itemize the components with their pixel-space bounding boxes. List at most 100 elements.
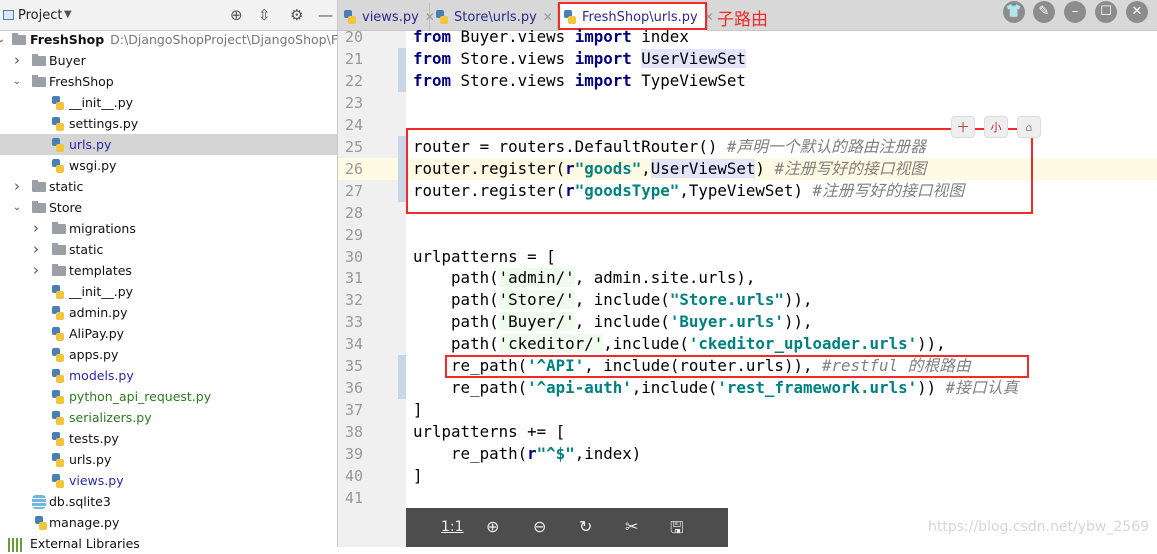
tree-item[interactable]: › templates [0, 260, 337, 281]
zoom-in-icon[interactable]: ⊕ [486, 517, 499, 536]
tree-item[interactable]: AliPay.py [0, 323, 337, 344]
change-marker [398, 47, 406, 92]
code-token: 'Buyer/' [498, 312, 575, 332]
code-line[interactable]: from Store.views import TypeViewSet [413, 70, 746, 92]
code-token: 'admin/' [498, 268, 575, 288]
code-line[interactable]: path('ckeditor/',include('ckeditor_uploa… [413, 333, 946, 355]
chevron-right-icon[interactable]: › [12, 50, 22, 71]
tree-item-label: FreshShop [49, 74, 114, 89]
python-file-icon [52, 159, 64, 173]
chevron-down-icon[interactable]: ⌄ [0, 29, 6, 50]
floating-icon-2[interactable]: 小 [984, 116, 1008, 138]
tree-item[interactable]: models.py [0, 365, 337, 386]
tree-item[interactable]: serializers.py [0, 407, 337, 428]
code-line[interactable]: re_path(r"^$",index) [413, 443, 641, 465]
tree-item[interactable]: External Libraries [0, 533, 337, 554]
line-number: 30 [345, 247, 364, 266]
line-number: 26 [345, 159, 364, 178]
crop-icon[interactable]: ✂ [625, 517, 638, 536]
code-line[interactable]: re_path('^api-auth',include('rest_framew… [413, 377, 1018, 399]
save-icon[interactable]: 🖫 [670, 517, 684, 544]
chevron-right-icon[interactable]: › [31, 218, 41, 239]
tree-item[interactable]: db.sqlite3 [0, 491, 337, 512]
tab-label: views.py [362, 10, 419, 25]
dropdown-icon[interactable]: ▼ [64, 9, 72, 20]
code-token: )) [917, 378, 946, 398]
python-file-icon [52, 285, 64, 299]
tree-root[interactable]: ⌄ FreshShop D:\DjangoShopProject\DjangoSh… [0, 29, 396, 50]
change-marker [398, 355, 406, 400]
api-route-highlight-box [445, 355, 1029, 378]
code-line[interactable]: path('Buyer/', include('Buyer.urls')), [413, 311, 813, 333]
folder-icon [32, 180, 46, 192]
tree-item[interactable]: urls.py [0, 134, 337, 155]
tree-item[interactable]: settings.py [0, 113, 337, 134]
tree-item[interactable]: › static [0, 176, 337, 197]
tree-item[interactable]: manage.py [0, 512, 337, 533]
pin-icon[interactable]: ✎ [1033, 1, 1055, 23]
project-panel-header: Project ▼ ⊕ ⇳ ⚙ — [0, 0, 337, 31]
gear-icon[interactable]: ⚙ [290, 6, 303, 24]
maximize-icon[interactable]: ☐ [1095, 1, 1117, 23]
project-view-selector[interactable]: Project [18, 8, 62, 23]
tree-item[interactable]: __init__.py [0, 92, 337, 113]
tree-item[interactable]: wsgi.py [0, 155, 337, 176]
tree-item[interactable]: ⌄ FreshShop [0, 71, 337, 92]
python-file-icon [52, 96, 64, 110]
tree-item[interactable]: ⌄ Store [0, 197, 337, 218]
tree-item[interactable]: views.py [0, 470, 337, 491]
tree-item[interactable]: › Buyer [0, 50, 337, 71]
folder-icon [52, 243, 66, 255]
collapse-all-icon[interactable]: ⇳ [258, 6, 271, 24]
chevron-down-icon[interactable]: ⌄ [12, 71, 22, 92]
rotate-icon[interactable]: ↻ [579, 517, 592, 536]
tree-item[interactable]: python_api_request.py [0, 386, 337, 407]
code-token: , admin.site.urls), [574, 268, 756, 288]
tree-item-label: External Libraries [30, 536, 140, 551]
tree-item[interactable]: urls.py [0, 449, 337, 470]
zoom-out-icon[interactable]: ⊖ [533, 517, 546, 536]
close-icon[interactable]: ✕ [1126, 1, 1148, 23]
line-number: 35 [345, 357, 364, 376]
code-line[interactable]: urlpatterns += [ [413, 421, 565, 443]
code-token: )), [917, 334, 946, 354]
code-token: ] [413, 466, 423, 485]
floating-icon-3[interactable]: ⌂ [1017, 116, 1041, 138]
tree-item[interactable]: tests.py [0, 428, 337, 449]
shirt-icon[interactable]: 👕 [1003, 1, 1025, 23]
code-token: from [413, 48, 452, 68]
code-token: path( [413, 312, 499, 332]
hide-icon[interactable]: — [318, 6, 333, 24]
chevron-right-icon[interactable]: › [31, 260, 41, 281]
close-tab-icon[interactable]: ✕ [543, 10, 553, 24]
project-panel: Project ▼ ⊕ ⇳ ⚙ — ⌄ FreshShop D:\DjangoSh… [0, 0, 396, 552]
tree-item[interactable]: __init__.py [0, 281, 337, 302]
locate-icon[interactable]: ⊕ [230, 6, 243, 24]
tree-item[interactable]: › static [0, 239, 337, 260]
tree-item-label: views.py [69, 473, 124, 488]
code-token: index [631, 27, 689, 46]
code-line[interactable]: from Store.views import UserViewSet [413, 48, 746, 70]
code-line[interactable]: ] [413, 399, 423, 421]
code-token: '^api-auth' [527, 378, 632, 398]
minimize-icon[interactable]: – [1064, 1, 1086, 23]
tree-item[interactable]: › migrations [0, 218, 337, 239]
chevron-down-icon[interactable]: ⌄ [12, 197, 22, 218]
code-line[interactable]: ] [413, 465, 423, 487]
code-line[interactable]: path('Store/', include("Store.urls")), [413, 289, 813, 311]
actual-size-button[interactable]: 1:1 [441, 519, 464, 535]
code-line[interactable]: path('admin/', admin.site.urls), [413, 267, 755, 289]
code-line[interactable]: from Buyer.views import index [413, 26, 689, 48]
tree-item-label: Store [49, 200, 83, 215]
code-token: urlpatterns += [ [413, 422, 566, 442]
code-token: urlpatterns = [ [413, 246, 556, 266]
code-token: 'Store/' [498, 290, 575, 310]
code-token: 'rest_framework.urls' [717, 378, 918, 398]
chevron-right-icon[interactable]: › [31, 239, 41, 260]
tree-item-label: python_api_request.py [69, 389, 212, 404]
chevron-right-icon[interactable]: › [12, 176, 22, 197]
tree-item[interactable]: admin.py [0, 302, 337, 323]
floating-icon-1[interactable]: 十 [951, 116, 975, 138]
code-line[interactable]: urlpatterns = [ [413, 246, 556, 268]
tree-item[interactable]: apps.py [0, 344, 337, 365]
